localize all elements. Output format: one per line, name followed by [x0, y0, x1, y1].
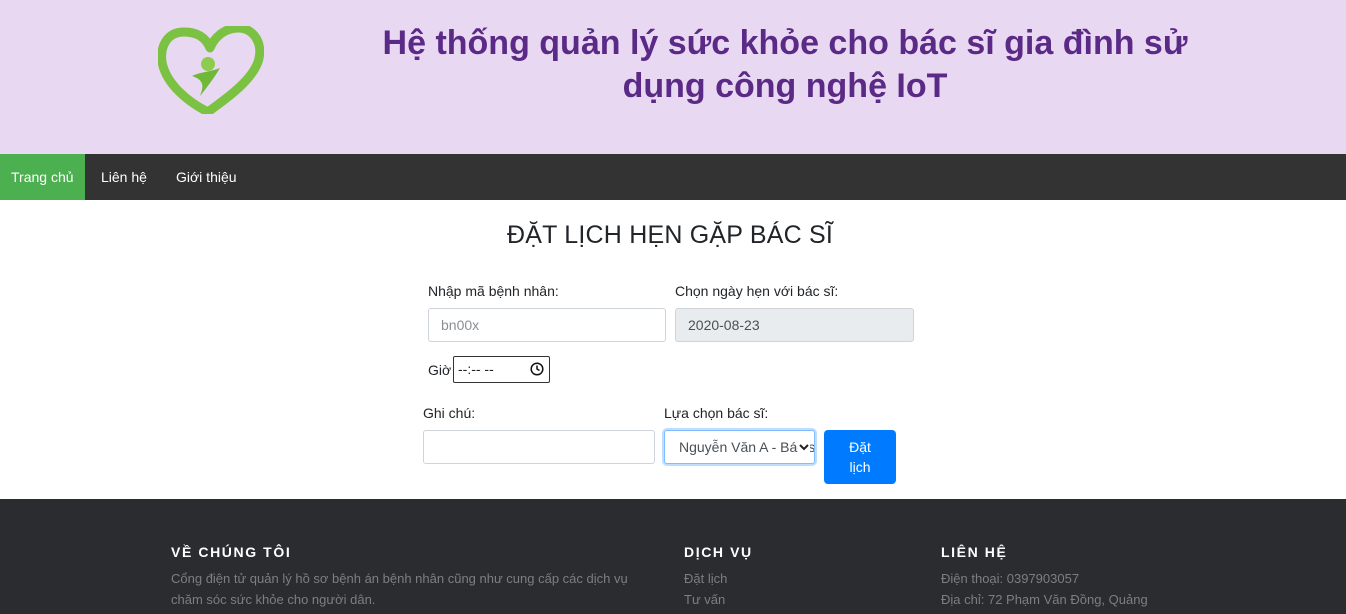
- clock-icon[interactable]: [530, 362, 544, 376]
- footer-contact-phone: Điện thoại: 0397903057: [941, 571, 1080, 586]
- patient-id-label: Nhập mã bệnh nhân:: [428, 283, 559, 299]
- time-value: --:-- --: [458, 361, 494, 377]
- footer-about-heading: VỀ CHÚNG TÔI: [171, 544, 292, 560]
- book-button-label-line2: lịch: [849, 459, 871, 475]
- footer-services-heading: DỊCH VỤ: [684, 544, 753, 560]
- footer-contact-heading: LIÊN HỆ: [941, 544, 1008, 560]
- book-appointment-button[interactable]: Đặt lịch: [824, 430, 896, 484]
- footer-service-consult-link[interactable]: Tư vấn: [684, 589, 725, 610]
- heart-person-logo-icon: [158, 26, 264, 114]
- nav-item-about[interactable]: Giới thiệu: [165, 154, 248, 200]
- date-input[interactable]: 2020-08-23: [675, 308, 914, 342]
- doctor-selected-value: Nguyễn Văn A - Bác sĩ: [679, 439, 815, 455]
- footer-service-booking-link[interactable]: Đặt lịch: [684, 568, 727, 589]
- site-footer: VỀ CHÚNG TÔI Cổng điện tử quản lý hồ sơ …: [0, 499, 1346, 614]
- doctor-select[interactable]: Nguyễn Văn A - Bác sĩ: [664, 430, 815, 464]
- date-label: Chọn ngày hẹn với bác sĩ:: [675, 283, 839, 299]
- site-title: Hệ thống quản lý sức khỏe cho bác sĩ gia…: [382, 24, 1188, 105]
- nav-item-home[interactable]: Trang chủ: [0, 154, 85, 200]
- nav-item-contact[interactable]: Liên hệ: [90, 154, 158, 200]
- doctor-label: Lựa chọn bác sĩ:: [664, 405, 769, 421]
- note-label: Ghi chú:: [423, 405, 476, 421]
- note-input[interactable]: [423, 430, 655, 464]
- patient-id-input[interactable]: bn00x: [428, 308, 666, 342]
- book-button-label-line1: Đặt: [849, 439, 871, 455]
- footer-about-text-2: chăm sóc sức khỏe cho người dân.: [171, 592, 376, 607]
- time-label: Giờ: [428, 362, 452, 378]
- form-title: ĐẶT LỊCH HẸN GẶP BÁC SĨ: [507, 221, 833, 249]
- chevron-down-icon: [798, 441, 810, 453]
- footer-about-text-1: Cổng điện tử quản lý hồ sơ bệnh án bệnh …: [171, 571, 628, 586]
- main-navbar: Trang chủ Liên hệ Giới thiệu: [0, 154, 1346, 200]
- footer-contact-address: Địa chỉ: 72 Phạm Văn Đồng, Quảng: [941, 592, 1148, 607]
- site-header: Hệ thống quản lý sức khỏe cho bác sĩ gia…: [0, 0, 1346, 154]
- time-input[interactable]: --:-- --: [453, 356, 550, 383]
